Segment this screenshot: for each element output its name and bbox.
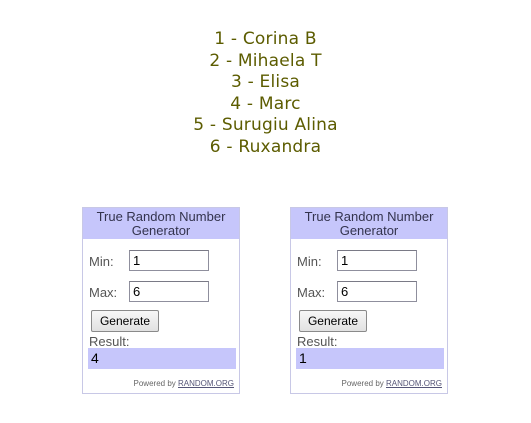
- powered-by: Powered by RANDOM.ORG: [342, 379, 442, 388]
- max-input[interactable]: [337, 281, 417, 302]
- min-input[interactable]: [337, 250, 417, 271]
- winner-item: 6 - Ruxandra: [209, 136, 322, 157]
- result-value: 4: [88, 348, 236, 369]
- result-label: Result:: [297, 334, 338, 349]
- max-input[interactable]: [129, 281, 209, 302]
- random-number-widget-1: True Random Number Generator Min: Max: G…: [82, 207, 240, 394]
- generate-button[interactable]: Generate: [299, 310, 367, 332]
- powered-by-text: Powered by: [133, 379, 176, 388]
- result-value: 1: [296, 348, 444, 369]
- min-label: Min:: [297, 254, 322, 269]
- winner-item: 5 - Surugiu Alina: [193, 115, 338, 136]
- winner-item: 2 - Mihaela T: [209, 50, 322, 71]
- widget-title: True Random Number Generator: [291, 208, 447, 239]
- random-org-link[interactable]: RANDOM.ORG: [178, 379, 234, 388]
- widget-title: True Random Number Generator: [83, 208, 239, 239]
- max-label: Max:: [89, 285, 118, 300]
- min-input[interactable]: [129, 250, 209, 271]
- winner-item: 3 - Elisa: [230, 72, 301, 93]
- winner-item: 4 - Marc: [230, 93, 301, 114]
- generate-button[interactable]: Generate: [91, 310, 159, 332]
- winner-item: 1 - Corina B: [214, 29, 317, 49]
- powered-by: Powered by RANDOM.ORG: [134, 379, 234, 388]
- powered-by-text: Powered by: [341, 379, 384, 388]
- random-number-widget-2: True Random Number Generator Min: Max: G…: [290, 207, 448, 394]
- random-org-link[interactable]: RANDOM.ORG: [386, 379, 442, 388]
- max-label: Max:: [297, 285, 326, 300]
- result-label: Result:: [89, 334, 130, 349]
- winners-list: 1 - Corina B 2 - Mihaela T 3 - Elisa 4 -…: [0, 29, 531, 159]
- min-label: Min:: [89, 254, 114, 269]
